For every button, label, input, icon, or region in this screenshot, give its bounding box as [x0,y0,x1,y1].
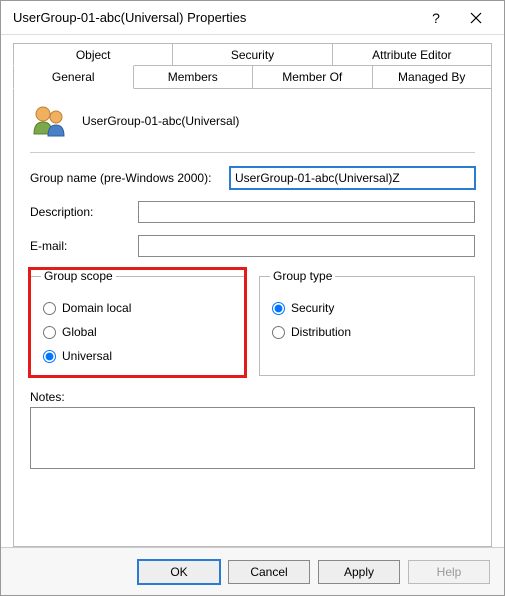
tab-general[interactable]: General [13,65,134,89]
tab-object[interactable]: Object [13,43,173,66]
groupboxes: Group scope Domain local Global Universa… [30,269,475,376]
group-scope-fieldset: Group scope Domain local Global Universa… [30,269,245,376]
description-input[interactable] [138,201,475,223]
type-distribution[interactable]: Distribution [272,325,464,339]
properties-dialog: UserGroup-01-abc(Universal) Properties ?… [0,0,505,596]
type-security[interactable]: Security [272,301,464,315]
description-label: Description: [30,205,138,219]
tab-security[interactable]: Security [173,43,332,66]
button-bar: OK Cancel Apply Help [1,547,504,595]
tab-attribute-editor[interactable]: Attribute Editor [333,43,492,66]
help-button[interactable]: ? [416,3,456,33]
dialog-content: Object Security Attribute Editor General… [1,35,504,547]
notes-textarea[interactable] [30,407,475,469]
tab-row-2: General Members Member Of Managed By [13,65,492,89]
group-name-input[interactable] [230,167,475,189]
notes-area: Notes: [30,390,475,472]
row-group-name: Group name (pre-Windows 2000): [30,167,475,189]
group-icon [30,102,68,140]
group-display-name: UserGroup-01-abc(Universal) [82,114,239,128]
close-button[interactable] [456,3,496,33]
cancel-button[interactable]: Cancel [228,560,310,584]
email-label: E-mail: [30,239,138,253]
title-bar: UserGroup-01-abc(Universal) Properties ? [1,1,504,35]
apply-button[interactable]: Apply [318,560,400,584]
scope-global[interactable]: Global [43,325,234,339]
type-security-radio[interactable] [272,302,285,315]
tab-row-1: Object Security Attribute Editor [13,43,492,66]
group-scope-legend: Group scope [41,269,116,283]
window-title: UserGroup-01-abc(Universal) Properties [13,10,416,25]
row-description: Description: [30,201,475,223]
notes-label: Notes: [30,390,475,404]
scope-domain-local[interactable]: Domain local [43,301,234,315]
scope-universal-radio[interactable] [43,350,56,363]
scope-domain-local-radio[interactable] [43,302,56,315]
tab-member-of[interactable]: Member Of [253,65,373,89]
group-header: UserGroup-01-abc(Universal) [30,102,475,150]
type-distribution-radio[interactable] [272,326,285,339]
scope-global-radio[interactable] [43,326,56,339]
help-button-footer[interactable]: Help [408,560,490,584]
general-panel: UserGroup-01-abc(Universal) Group name (… [13,88,492,547]
close-icon [470,12,482,24]
tab-members[interactable]: Members [134,65,254,89]
group-type-legend: Group type [270,269,335,283]
group-name-label: Group name (pre-Windows 2000): [30,171,230,185]
scope-universal[interactable]: Universal [43,349,234,363]
row-email: E-mail: [30,235,475,257]
ok-button[interactable]: OK [138,560,220,584]
group-type-fieldset: Group type Security Distribution [259,269,475,376]
email-input[interactable] [138,235,475,257]
divider [30,152,475,153]
tab-managed-by[interactable]: Managed By [373,65,493,89]
